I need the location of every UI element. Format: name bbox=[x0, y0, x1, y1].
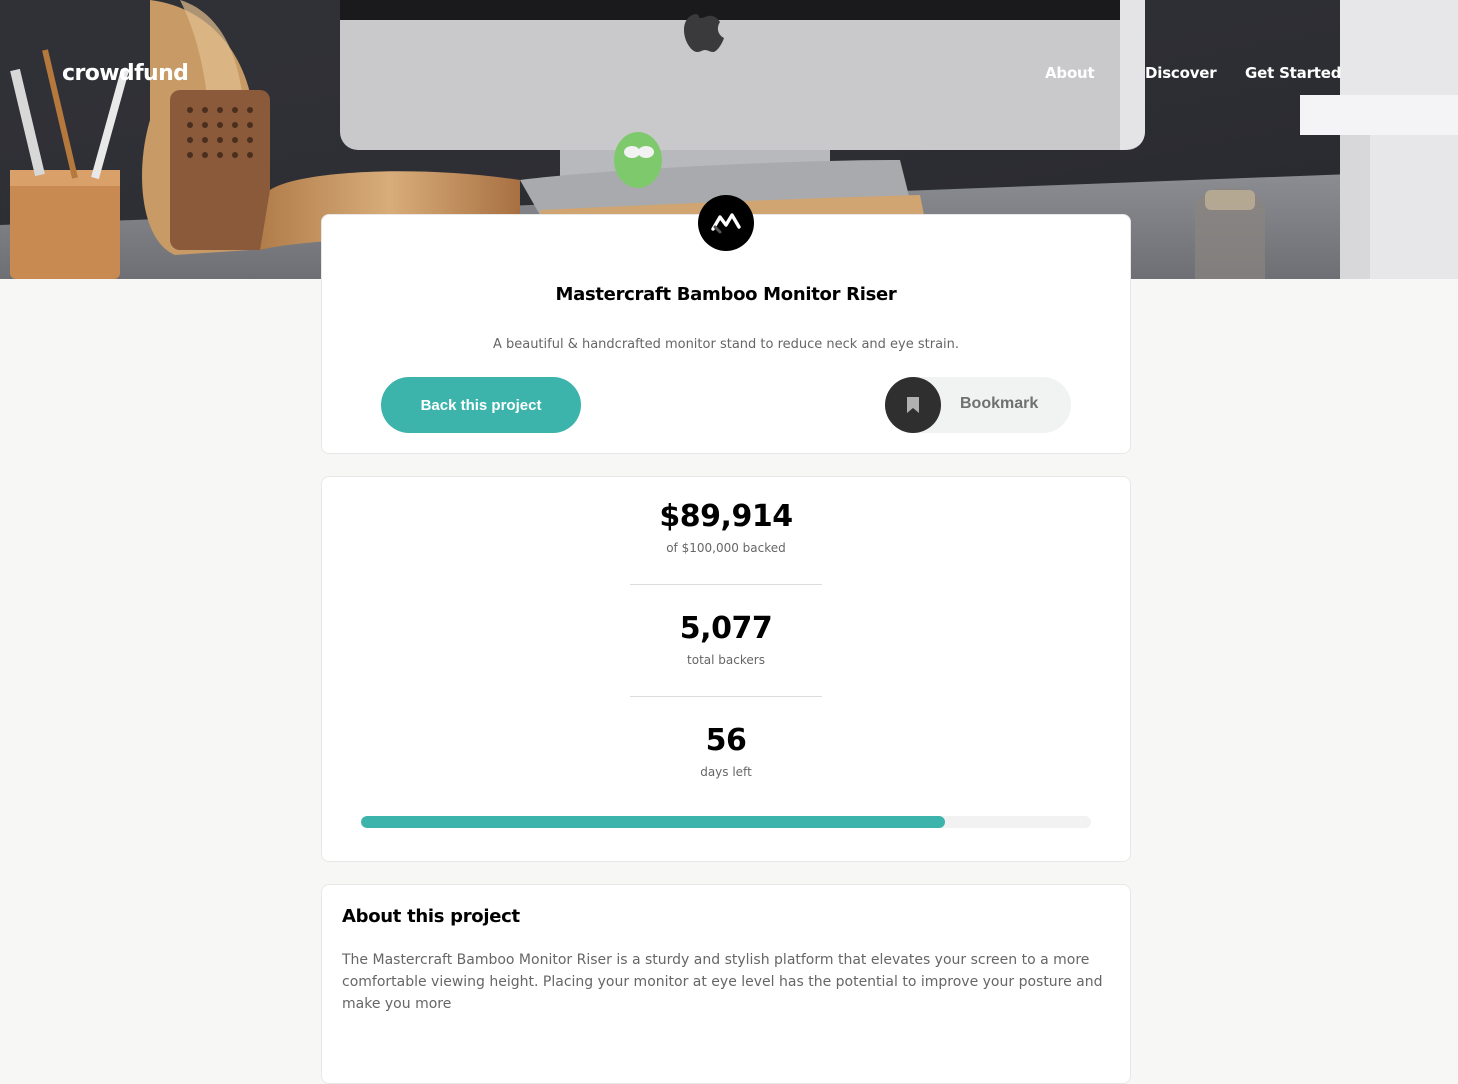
days-label: days left bbox=[700, 765, 752, 779]
bookmark-label: Bookmark bbox=[960, 395, 1039, 412]
back-project-button[interactable]: Back this project bbox=[381, 377, 581, 433]
main-nav: About Discover Get Started bbox=[0, 64, 1458, 86]
divider bbox=[630, 584, 822, 585]
stat-backed: $89,914 of $100,000 backed bbox=[322, 499, 1130, 555]
backers-label: total backers bbox=[687, 653, 765, 667]
about-card: About this project The Mastercraft Bambo… bbox=[321, 884, 1131, 1084]
nav-get-started[interactable]: Get Started bbox=[1245, 64, 1341, 82]
mastercraft-logo-icon bbox=[698, 195, 754, 251]
days-left: 56 bbox=[705, 723, 747, 758]
project-title: Mastercraft Bamboo Monitor Riser bbox=[555, 284, 897, 305]
bookmark-icon bbox=[885, 377, 941, 433]
nav-about[interactable]: About bbox=[1045, 64, 1095, 82]
stat-days: 56 days left bbox=[322, 723, 1130, 779]
stats-card: $89,914 of $100,000 backed 5,077 total b… bbox=[321, 476, 1131, 862]
about-text: The Mastercraft Bamboo Monitor Riser is … bbox=[342, 952, 1103, 1012]
backers-count: 5,077 bbox=[679, 611, 773, 646]
nav-discover[interactable]: Discover bbox=[1145, 64, 1217, 82]
project-card: Mastercraft Bamboo Monitor Riser A beaut… bbox=[321, 195, 1131, 454]
about-heading: About this project bbox=[342, 906, 520, 927]
stat-backers: 5,077 total backers bbox=[322, 611, 1130, 667]
progress-bar bbox=[361, 816, 1091, 828]
project-subtitle: A beautiful & handcrafted monitor stand … bbox=[492, 337, 960, 352]
backed-label: of $100,000 backed bbox=[666, 541, 786, 555]
backed-amount: $89,914 bbox=[659, 499, 793, 534]
divider bbox=[630, 696, 822, 697]
bookmark-button[interactable]: Bookmark bbox=[885, 377, 1071, 433]
progress-fill bbox=[361, 816, 945, 828]
